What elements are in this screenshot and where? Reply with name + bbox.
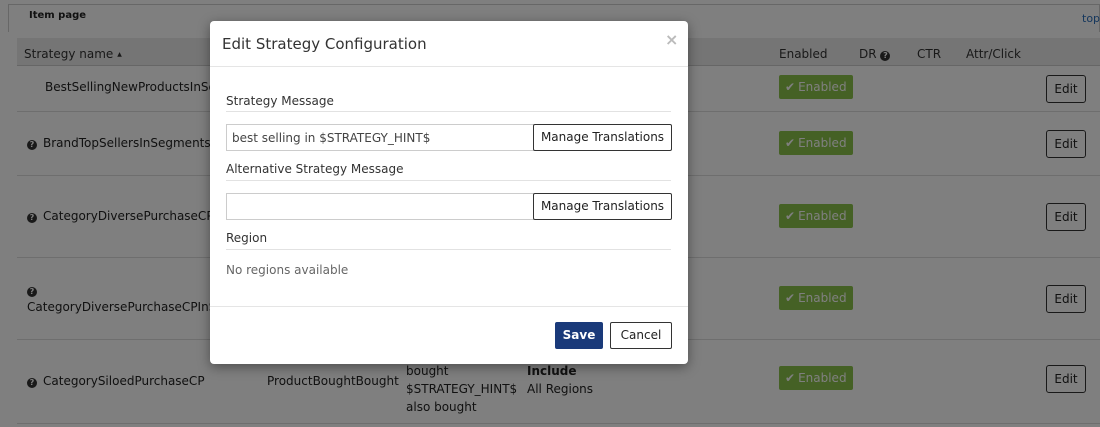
edit-strategy-modal: Edit Strategy Configuration × Strategy M… <box>210 21 688 364</box>
divider <box>226 180 671 181</box>
manage-translations-button-alt[interactable]: Manage Translations <box>533 193 672 220</box>
alternative-message-label: Alternative Strategy Message <box>226 162 404 176</box>
modal-title: Edit Strategy Configuration <box>222 35 427 53</box>
alternative-message-input[interactable] <box>226 193 534 220</box>
strategy-message-label: Strategy Message <box>226 94 334 108</box>
no-regions-text: No regions available <box>226 263 349 277</box>
cancel-button[interactable]: Cancel <box>610 322 672 349</box>
strategy-message-input[interactable] <box>226 124 534 151</box>
divider <box>226 249 671 250</box>
manage-translations-button[interactable]: Manage Translations <box>533 124 672 151</box>
modal-header: Edit Strategy Configuration × <box>210 21 688 67</box>
divider <box>226 111 671 112</box>
modal-footer-divider <box>210 306 688 307</box>
region-label: Region <box>226 231 268 245</box>
close-icon[interactable]: × <box>665 30 678 49</box>
save-button[interactable]: Save <box>555 322 603 349</box>
